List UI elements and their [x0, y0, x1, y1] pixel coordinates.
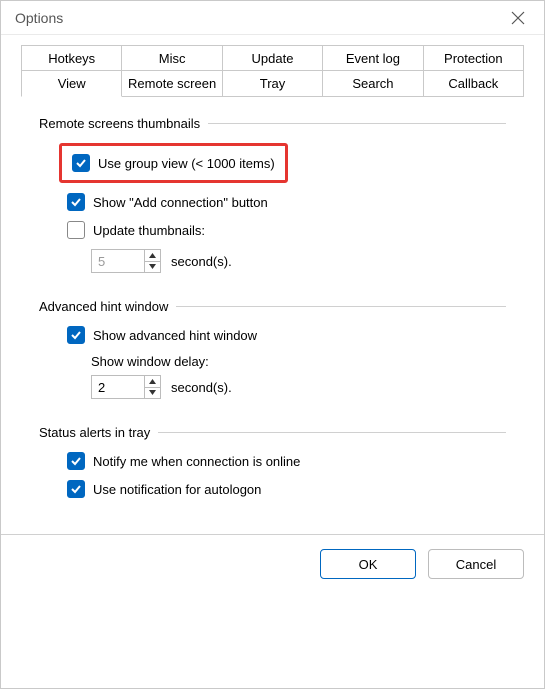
spinner-down-button[interactable]	[145, 388, 160, 399]
checkbox-notify-online[interactable]	[67, 452, 85, 470]
spinner-up-button[interactable]	[145, 376, 160, 388]
chevron-up-icon	[149, 253, 156, 258]
checkbox-notify-autologon[interactable]	[67, 480, 85, 498]
tab-strip: Hotkeys Misc Update Event log Protection…	[1, 35, 544, 534]
divider	[208, 123, 506, 124]
highlight-use-group-view: Use group view (< 1000 items)	[59, 143, 288, 183]
check-icon	[70, 196, 82, 208]
chevron-down-icon	[149, 390, 156, 395]
label-use-group-view: Use group view (< 1000 items)	[98, 156, 275, 171]
titlebar: Options	[1, 1, 544, 35]
group-status-alerts: Status alerts in tray Notify me when con…	[39, 425, 506, 498]
input-hint-delay[interactable]	[92, 376, 144, 398]
cancel-button[interactable]: Cancel	[428, 549, 524, 579]
chevron-down-icon	[149, 264, 156, 269]
tab-hotkeys[interactable]: Hotkeys	[21, 45, 122, 71]
group-alerts-title: Status alerts in tray	[39, 425, 158, 440]
close-icon	[511, 11, 525, 25]
group-thumbnails: Remote screens thumbnails Use group view…	[39, 116, 506, 273]
tab-remote-screen[interactable]: Remote screen	[122, 70, 222, 97]
tab-callback[interactable]: Callback	[424, 70, 524, 97]
group-hint-window: Advanced hint window Show advanced hint …	[39, 299, 506, 399]
label-notify-autologon: Use notification for autologon	[93, 482, 261, 497]
check-icon	[70, 483, 82, 495]
label-show-hint-window: Show advanced hint window	[93, 328, 257, 343]
tab-misc[interactable]: Misc	[122, 45, 222, 71]
tab-update[interactable]: Update	[223, 45, 323, 71]
ok-button[interactable]: OK	[320, 549, 416, 579]
label-window-delay: Show window delay:	[91, 354, 209, 369]
group-hint-title: Advanced hint window	[39, 299, 176, 314]
check-icon	[70, 455, 82, 467]
label-interval-unit: second(s).	[171, 254, 232, 269]
spinner-hint-delay[interactable]	[91, 375, 161, 399]
spinner-thumbnail-interval[interactable]	[91, 249, 161, 273]
label-show-add-connection: Show "Add connection" button	[93, 195, 268, 210]
label-notify-online: Notify me when connection is online	[93, 454, 300, 469]
group-thumbnails-title: Remote screens thumbnails	[39, 116, 208, 131]
checkbox-show-add-connection[interactable]	[67, 193, 85, 211]
checkbox-update-thumbnails[interactable]	[67, 221, 85, 239]
input-thumbnail-interval[interactable]	[92, 250, 144, 272]
divider	[176, 306, 506, 307]
label-delay-unit: second(s).	[171, 380, 232, 395]
tab-view[interactable]: View	[21, 70, 122, 97]
tab-protection[interactable]: Protection	[424, 45, 524, 71]
dialog-footer: OK Cancel	[1, 534, 544, 593]
options-dialog: Options Hotkeys Misc Update Event log Pr…	[0, 0, 545, 689]
tab-panel-view: Remote screens thumbnails Use group view…	[21, 95, 524, 534]
close-button[interactable]	[496, 3, 540, 33]
checkbox-show-hint-window[interactable]	[67, 326, 85, 344]
tab-tray[interactable]: Tray	[223, 70, 323, 97]
window-title: Options	[15, 10, 496, 26]
tab-event-log[interactable]: Event log	[323, 45, 423, 71]
spinner-up-button[interactable]	[145, 250, 160, 262]
tab-search[interactable]: Search	[323, 70, 423, 97]
divider	[158, 432, 506, 433]
check-icon	[75, 157, 87, 169]
checkbox-use-group-view[interactable]	[72, 154, 90, 172]
spinner-down-button[interactable]	[145, 262, 160, 273]
label-update-thumbnails: Update thumbnails:	[93, 223, 205, 238]
chevron-up-icon	[149, 379, 156, 384]
check-icon	[70, 329, 82, 341]
